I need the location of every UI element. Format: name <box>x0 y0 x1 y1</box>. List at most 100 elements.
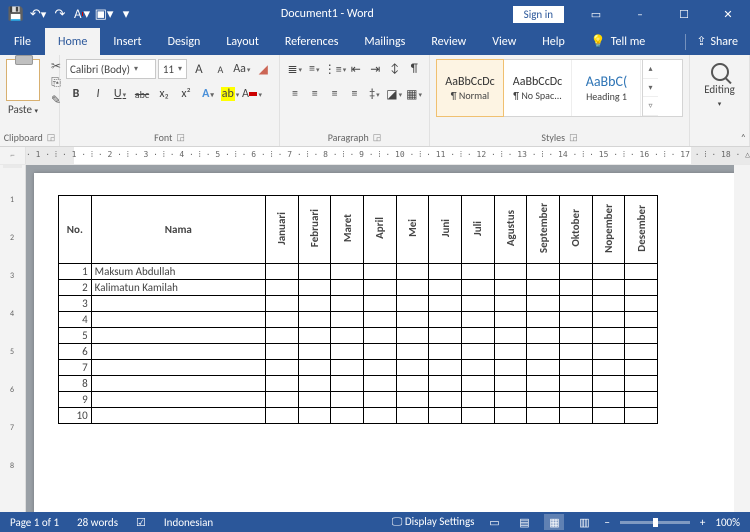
col-no[interactable]: No. <box>59 196 92 264</box>
cell-month[interactable] <box>429 392 462 408</box>
col-month[interactable]: Juli <box>461 196 494 264</box>
text-effects-button[interactable]: A▾ <box>198 84 218 104</box>
sign-in-button[interactable]: Sign in <box>513 6 564 23</box>
col-month[interactable]: Desember <box>625 196 658 264</box>
document-table[interactable]: No.NamaJanuariFebruariMaretAprilMeiJuniJ… <box>58 195 658 424</box>
cell-month[interactable] <box>625 392 658 408</box>
cell-month[interactable] <box>396 312 429 328</box>
clipboard-dialog-icon[interactable]: ◲ <box>47 132 56 143</box>
status-words[interactable]: 28 words <box>77 516 118 529</box>
cell-month[interactable] <box>592 312 625 328</box>
cell-month[interactable] <box>298 280 331 296</box>
cell-month[interactable] <box>592 296 625 312</box>
cell-month[interactable] <box>396 296 429 312</box>
cell-name[interactable]: Maksum Abdullah <box>91 264 265 280</box>
cell-month[interactable] <box>396 280 429 296</box>
cell-month[interactable] <box>298 296 331 312</box>
borders-button[interactable]: ▦▾ <box>405 84 423 104</box>
cell-month[interactable] <box>429 280 462 296</box>
customize-qat-icon[interactable]: ▾ <box>118 6 134 22</box>
cell-month[interactable] <box>298 408 331 424</box>
cell-no[interactable]: 5 <box>59 328 92 344</box>
cell-month[interactable] <box>625 376 658 392</box>
style-item[interactable]: AaBbCcDc¶ Normal <box>436 59 504 117</box>
cell-month[interactable] <box>265 376 298 392</box>
cell-month[interactable] <box>396 392 429 408</box>
styles-dialog-icon[interactable]: ◲ <box>569 132 578 143</box>
style-gallery[interactable]: AaBbCcDc¶ NormalAaBbCcDc¶ No Spac...AaBb… <box>436 59 683 117</box>
table-row[interactable]: 3 <box>59 296 658 312</box>
cell-month[interactable] <box>429 328 462 344</box>
italic-button[interactable]: I <box>88 84 108 104</box>
table-row[interactable]: 10 <box>59 408 658 424</box>
cell-month[interactable] <box>592 376 625 392</box>
cell-name[interactable]: Kalimatun Kamilah <box>91 280 265 296</box>
style-item[interactable]: AaBbCcDc¶ No Spac... <box>504 60 572 116</box>
font-color-button[interactable]: A▾ <box>242 84 262 104</box>
sort-button[interactable]: ↕ <box>386 59 404 79</box>
cell-no[interactable]: 6 <box>59 344 92 360</box>
tab-home[interactable]: Home <box>45 28 100 55</box>
font-size-combo[interactable]: 11▾ <box>158 59 187 79</box>
cell-no[interactable]: 1 <box>59 264 92 280</box>
shading-qat-icon[interactable]: ▣▾ <box>96 6 112 22</box>
increase-indent-button[interactable]: ⇥ <box>367 59 385 79</box>
tab-view[interactable]: View <box>479 28 529 55</box>
tab-selector-icon[interactable]: ⌐ <box>0 147 26 164</box>
document-canvas[interactable]: No.NamaJanuariFebruariMaretAprilMeiJuniJ… <box>26 165 734 512</box>
cell-month[interactable] <box>625 312 658 328</box>
col-month[interactable]: April <box>363 196 396 264</box>
cell-month[interactable] <box>298 264 331 280</box>
cell-month[interactable] <box>494 328 527 344</box>
bullets-button[interactable]: ≣▾ <box>286 59 304 79</box>
cell-name[interactable] <box>91 312 265 328</box>
status-page[interactable]: Page 1 of 1 <box>10 516 59 529</box>
change-case-button[interactable]: Aa▾ <box>232 59 251 79</box>
cell-month[interactable] <box>265 392 298 408</box>
cell-month[interactable] <box>461 376 494 392</box>
cell-month[interactable] <box>331 264 364 280</box>
cell-month[interactable] <box>363 376 396 392</box>
cell-month[interactable] <box>331 376 364 392</box>
tab-insert[interactable]: Insert <box>100 28 154 55</box>
cell-month[interactable] <box>429 264 462 280</box>
cell-month[interactable] <box>363 344 396 360</box>
cell-month[interactable] <box>461 280 494 296</box>
cell-month[interactable] <box>363 312 396 328</box>
cell-month[interactable] <box>429 376 462 392</box>
cell-month[interactable] <box>527 408 560 424</box>
cell-month[interactable] <box>527 360 560 376</box>
cell-month[interactable] <box>527 312 560 328</box>
cell-month[interactable] <box>592 344 625 360</box>
cell-month[interactable] <box>363 392 396 408</box>
cell-month[interactable] <box>559 392 592 408</box>
cell-no[interactable]: 2 <box>59 280 92 296</box>
cell-month[interactable] <box>429 296 462 312</box>
focus-mode-icon[interactable]: ▭ <box>484 514 504 530</box>
zoom-slider[interactable] <box>620 521 690 524</box>
cell-name[interactable] <box>91 392 265 408</box>
cell-month[interactable] <box>363 264 396 280</box>
col-month[interactable]: September <box>527 196 560 264</box>
cell-month[interactable] <box>429 312 462 328</box>
cell-month[interactable] <box>559 312 592 328</box>
cell-month[interactable] <box>461 392 494 408</box>
cell-month[interactable] <box>559 408 592 424</box>
cell-month[interactable] <box>527 280 560 296</box>
cell-month[interactable] <box>494 344 527 360</box>
cell-month[interactable] <box>396 376 429 392</box>
cell-month[interactable] <box>396 344 429 360</box>
cell-no[interactable]: 7 <box>59 360 92 376</box>
cell-month[interactable] <box>625 280 658 296</box>
cell-name[interactable] <box>91 408 265 424</box>
table-row[interactable]: 8 <box>59 376 658 392</box>
cell-month[interactable] <box>396 360 429 376</box>
ribbon-options-icon[interactable]: ▭ <box>574 0 618 28</box>
cell-month[interactable] <box>559 360 592 376</box>
editing-button[interactable]: Editing▾ <box>704 83 735 109</box>
cell-month[interactable] <box>461 264 494 280</box>
cell-month[interactable] <box>592 328 625 344</box>
cell-month[interactable] <box>331 280 364 296</box>
proofing-icon[interactable]: ☑ <box>136 516 146 529</box>
multilevel-button[interactable]: ⋮≡▾ <box>325 59 345 79</box>
